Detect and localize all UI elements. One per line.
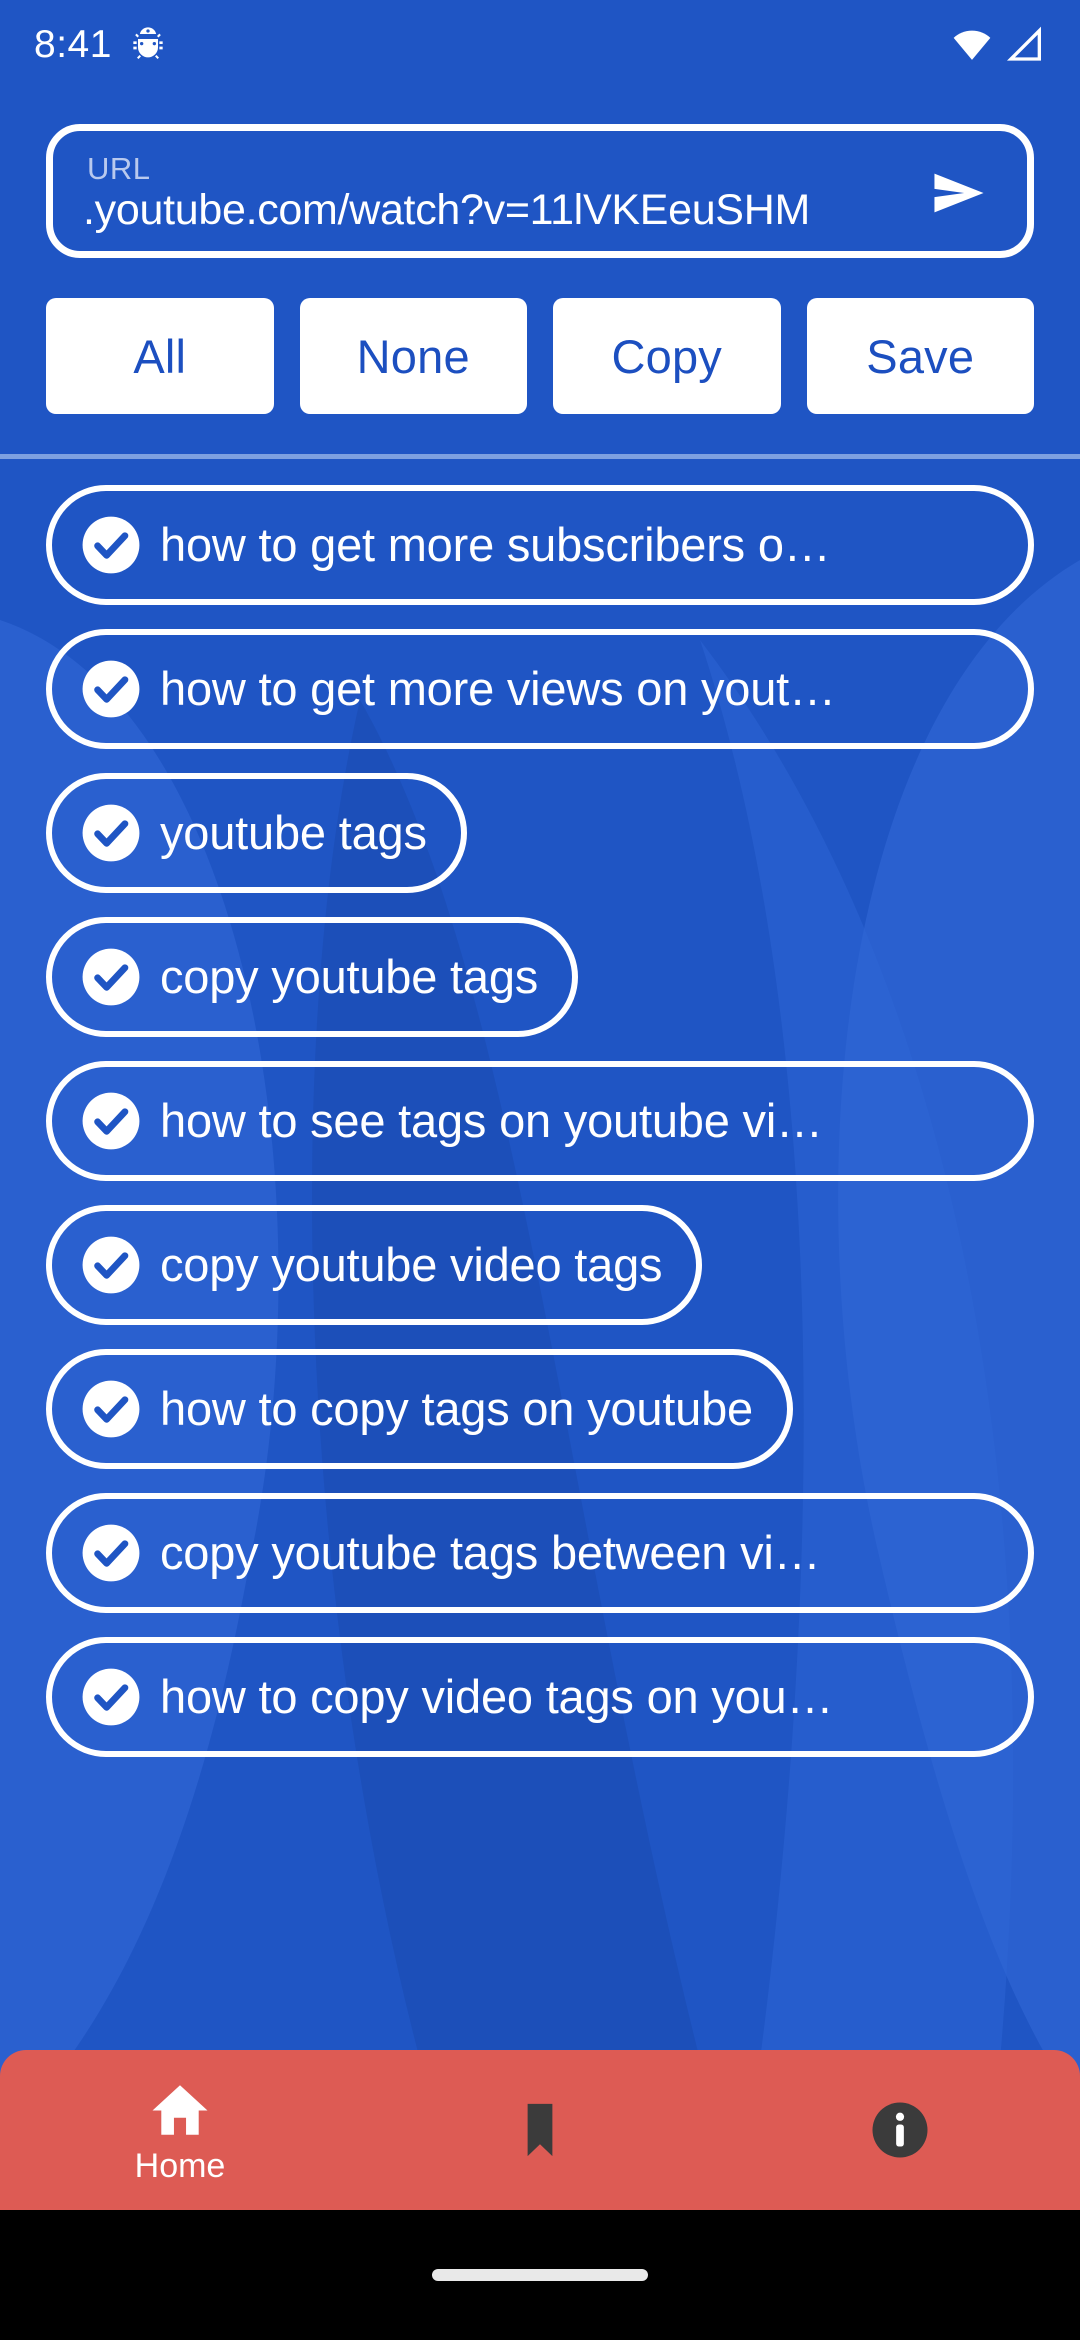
status-bar: 8:41 (0, 0, 1080, 88)
select-none-button[interactable]: None (299, 298, 527, 414)
nav-item-home-label: Home (134, 2147, 226, 2185)
gesture-handle[interactable] (432, 2269, 648, 2281)
tag-chip[interactable]: how to copy video tags on you… (46, 1637, 1034, 1757)
tag-chip[interactable]: how to get more subscribers o… (46, 485, 1034, 605)
tag-chip[interactable]: copy youtube tags between vi… (46, 1493, 1034, 1613)
tag-label: how to see tags on youtube vi… (160, 1095, 823, 1147)
tag-chip[interactable]: copy youtube tags (46, 917, 579, 1037)
url-input-value[interactable]: .youtube.com/watch?v=11lVKEeuSHM (83, 188, 917, 237)
save-button[interactable]: Save (806, 298, 1034, 414)
send-icon[interactable] (917, 151, 1001, 235)
tag-label: copy youtube video tags (160, 1239, 663, 1291)
tag-chip[interactable]: how to get more views on yout… (46, 629, 1034, 749)
status-bar-clock: 8:41 (34, 22, 112, 66)
check-circle-icon[interactable] (80, 1234, 142, 1296)
select-all-button[interactable]: All (46, 298, 274, 414)
tag-list: how to get more subscribers o… how to ge… (0, 459, 1080, 1757)
signal-icon (1006, 24, 1046, 64)
wifi-icon (952, 24, 992, 64)
status-bar-right (952, 24, 1046, 64)
bottom-navigation-bar: Home (0, 2050, 1080, 2210)
url-section: URL .youtube.com/watch?v=11lVKEeuSHM (0, 88, 1080, 258)
android-bug-icon (128, 24, 168, 64)
status-bar-left: 8:41 (34, 24, 168, 64)
bookmark-icon (507, 2097, 573, 2163)
tag-label: how to copy tags on youtube (160, 1383, 753, 1435)
tag-chip[interactable]: youtube tags (46, 773, 467, 893)
tag-label: how to get more subscribers o… (160, 519, 831, 571)
copy-button[interactable]: Copy (553, 298, 781, 414)
check-circle-icon[interactable] (80, 802, 142, 864)
tag-chip[interactable]: copy youtube video tags (46, 1205, 703, 1325)
check-circle-icon[interactable] (80, 658, 142, 720)
system-gesture-area (0, 2210, 1080, 2340)
check-circle-icon[interactable] (80, 514, 142, 576)
check-circle-icon[interactable] (80, 1090, 142, 1152)
check-circle-icon[interactable] (80, 1378, 142, 1440)
tag-label: copy youtube tags (160, 951, 539, 1003)
check-circle-icon[interactable] (80, 1666, 142, 1728)
tag-chip[interactable]: how to see tags on youtube vi… (46, 1061, 1034, 1181)
nav-item-home[interactable]: Home (0, 2050, 360, 2210)
url-input-field[interactable]: URL .youtube.com/watch?v=11lVKEeuSHM (46, 124, 1034, 258)
home-icon (147, 2077, 213, 2143)
app-screen: 8:41 URL .youtube.com/watch?v=11lVKEeuSH… (0, 0, 1080, 2340)
tag-label: youtube tags (160, 807, 427, 859)
tag-label: how to copy video tags on you… (160, 1671, 834, 1723)
nav-item-saved[interactable] (360, 2050, 720, 2210)
info-icon (867, 2097, 933, 2163)
check-circle-icon[interactable] (80, 946, 142, 1008)
url-field-label: URL (87, 151, 151, 186)
nav-item-info[interactable] (720, 2050, 1080, 2210)
tag-label: copy youtube tags between vi… (160, 1527, 821, 1579)
check-circle-icon[interactable] (80, 1522, 142, 1584)
tag-label: how to get more views on yout… (160, 663, 836, 715)
action-button-row: All None Copy Save (0, 258, 1080, 414)
tag-chip[interactable]: how to copy tags on youtube (46, 1349, 793, 1469)
